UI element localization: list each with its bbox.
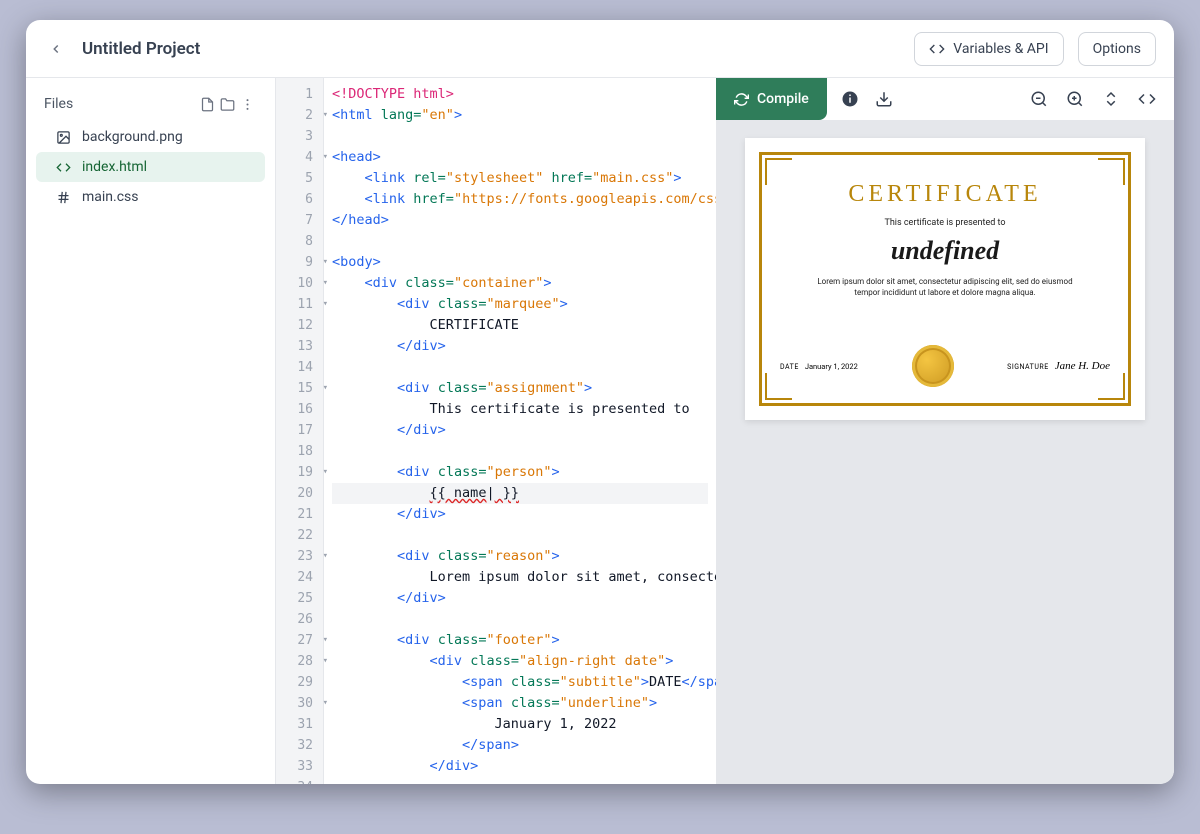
code-line[interactable] [332,777,708,784]
preview-panel: Compile [716,78,1174,784]
code-line[interactable]: <div class="reason"> [332,546,708,567]
code-line[interactable]: <link rel="stylesheet" href="main.css"> [332,168,708,189]
refresh-icon [734,92,749,107]
signature-label: SIGNATURE [1007,363,1049,371]
certificate-title: CERTIFICATE [848,181,1041,208]
options-button[interactable]: Options [1078,32,1156,66]
corner-ornament [759,152,795,188]
code-line[interactable] [332,525,708,546]
line-number-gutter: 123456✕789101112131415161718192021222324… [276,78,324,784]
back-button[interactable] [44,37,68,61]
date-value: January 1, 2022 [805,362,858,371]
file-name: index.html [82,159,147,175]
file-name: main.css [82,189,139,205]
certificate-reason: Lorem ipsum dolor sit amet, consectetur … [805,276,1085,298]
code-line[interactable] [332,609,708,630]
toolbar-left-icons [827,90,893,108]
file-list: background.png index.html main.css [26,122,275,212]
app-window: Untitled Project Variables & API Options… [26,20,1174,784]
project-title: Untitled Project [82,39,900,59]
certificate-preview: CERTIFICATE This certificate is presente… [745,138,1145,420]
code-line[interactable]: <div class="footer"> [332,630,708,651]
preview-viewport[interactable]: CERTIFICATE This certificate is presente… [716,120,1174,784]
code-line[interactable]: CERTIFICATE [332,315,708,336]
file-item[interactable]: main.css [36,182,265,212]
code-line[interactable]: This certificate is presented to [332,399,708,420]
code-line[interactable]: <span class="subtitle">DATE</span [332,672,708,693]
files-more-button[interactable] [237,97,257,112]
code-line[interactable]: <span class="underline"> [332,693,708,714]
zoom-out-button[interactable] [1030,90,1048,108]
code-line[interactable]: <div class="marquee"> [332,294,708,315]
compile-button[interactable]: Compile [716,78,827,120]
code-line[interactable]: <body> [332,252,708,273]
fit-height-button[interactable] [1102,90,1120,108]
corner-ornament [1095,152,1131,188]
code-line[interactable]: January 1, 2022 [332,714,708,735]
toolbar-right-icons [1030,90,1174,108]
code-view-button[interactable] [1138,90,1156,108]
corner-ornament [759,370,795,406]
certificate-seal [912,345,954,387]
code-line[interactable]: </div> [332,756,708,777]
certificate-subtitle: This certificate is presented to [884,218,1005,228]
compile-label: Compile [757,91,809,107]
top-bar: Untitled Project Variables & API Options [26,20,1174,78]
code-line[interactable]: <link href="https://fonts.googleapis.com… [332,189,708,210]
workspace-body: Files background.png index.html main.css 1… [26,78,1174,784]
download-button[interactable] [875,90,893,108]
code-line[interactable]: {{ name| }} [332,483,708,504]
code-line[interactable]: </div> [332,504,708,525]
code-line[interactable]: <!DOCTYPE html> [332,84,708,105]
code-line[interactable]: </span> [332,735,708,756]
file-name: background.png [82,129,183,145]
code-line[interactable] [332,441,708,462]
code-line[interactable]: <html lang="en"> [332,105,708,126]
corner-ornament [1095,370,1131,406]
file-item[interactable]: background.png [36,122,265,152]
code-line[interactable] [332,231,708,252]
code-line[interactable]: <div class="assignment"> [332,378,708,399]
variables-api-button[interactable]: Variables & API [914,32,1063,66]
code-line[interactable]: <div class="align-right date"> [332,651,708,672]
code-line[interactable]: <head> [332,147,708,168]
code-line[interactable]: </div> [332,336,708,357]
preview-toolbar: Compile [716,78,1174,120]
new-file-button[interactable] [197,97,217,112]
code-line[interactable] [332,357,708,378]
code-line[interactable]: <div class="person"> [332,462,708,483]
zoom-in-button[interactable] [1066,90,1084,108]
files-sidebar: Files background.png index.html main.css [26,78,276,784]
variables-api-label: Variables & API [953,41,1048,57]
certificate-footer: DATE January 1, 2022 SIGNATURE Jane H. D… [780,345,1110,387]
code-icon [54,160,72,175]
hash-icon [54,190,72,205]
code-line[interactable]: </div> [332,420,708,441]
code-content[interactable]: <!DOCTYPE html><html lang="en"> <head> <l… [324,78,716,784]
file-item[interactable]: index.html [36,152,265,182]
files-header: Files [26,88,275,122]
code-line[interactable]: </div> [332,588,708,609]
code-line[interactable]: Lorem ipsum dolor sit amet, consectetu [332,567,708,588]
new-folder-button[interactable] [217,97,237,112]
code-line[interactable]: <div class="container"> [332,273,708,294]
code-editor[interactable]: 123456✕789101112131415161718192021222324… [276,78,716,784]
files-label: Files [44,96,197,112]
certificate-recipient: undefined [891,236,999,266]
code-slash-icon [929,41,945,57]
info-button[interactable] [841,90,859,108]
image-icon [54,130,72,145]
options-label: Options [1093,41,1141,57]
code-line[interactable]: </head> [332,210,708,231]
code-line[interactable] [332,126,708,147]
